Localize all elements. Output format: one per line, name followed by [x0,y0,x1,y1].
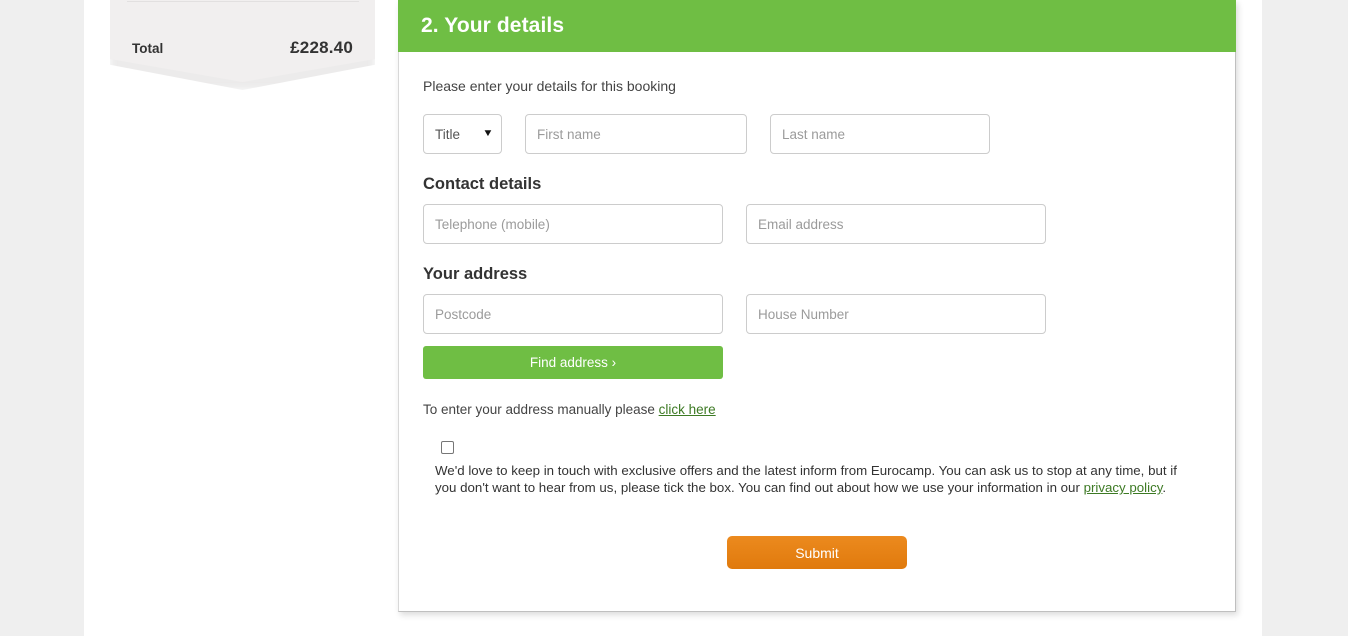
submit-row: Submit [423,536,1211,569]
email-input[interactable] [746,204,1046,244]
telephone-input[interactable] [423,204,723,244]
marketing-consent-text: We'd love to keep in touch with exclusiv… [435,462,1185,496]
first-name-input[interactable] [525,114,747,154]
your-address-heading: Your address [423,265,528,283]
your-details-panel: 2. Your details Please enter your detail… [398,0,1236,612]
privacy-policy-link[interactable]: privacy policy [1084,480,1163,495]
postcode-input[interactable] [423,294,723,334]
summary-total-value: £228.40 [290,38,353,57]
manual-address-line: To enter your address manually please cl… [423,402,1211,417]
booking-summary-column: Total £228.40 [110,0,375,82]
manual-address-text: To enter your address manually please [423,402,659,417]
contact-details-heading: Contact details [423,175,542,193]
title-select[interactable]: Title ▼ [423,114,502,154]
summary-total-row: Total £228.40 [110,0,375,58]
name-field-row: Title ▼ [423,114,1211,154]
chevron-down-icon: ▼ [482,128,494,139]
consent-text-main: We'd love to keep in touch with exclusiv… [435,463,1177,495]
house-number-input[interactable] [746,294,1046,334]
consent-text-end: . [1162,480,1167,495]
address-field-row [423,294,1211,334]
title-select-wrapper[interactable]: Title ▼ [423,114,502,154]
intro-text: Please enter your details for this booki… [423,78,676,94]
summary-total-label: Total [132,40,164,56]
marketing-consent-block: We'd love to keep in touch with exclusiv… [423,441,1211,496]
contact-field-row [423,204,1211,244]
summary-total-box: Total £228.40 [110,0,375,82]
enter-address-manually-link[interactable]: click here [659,402,716,417]
title-select-value: Title [435,126,461,142]
find-address-button[interactable]: Find address › [423,346,723,379]
marketing-opt-out-checkbox[interactable] [441,441,454,454]
panel-body: Please enter your details for this booki… [399,52,1235,569]
summary-divider [127,1,359,2]
submit-button[interactable]: Submit [727,536,907,569]
panel-header: 2. Your details [398,0,1236,52]
last-name-input[interactable] [770,114,990,154]
panel-title: 2. Your details [421,13,565,37]
